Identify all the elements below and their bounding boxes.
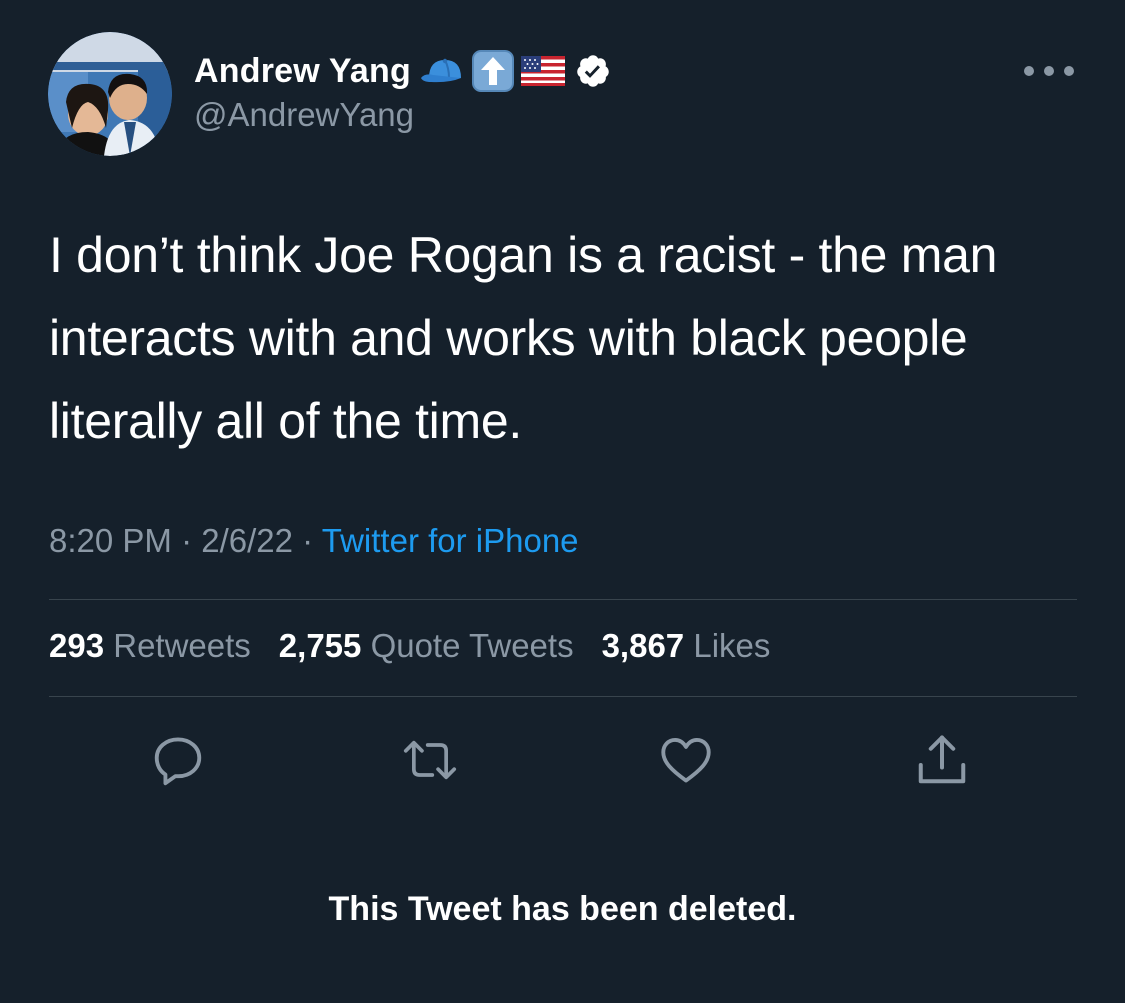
likes-count: 3,867: [601, 627, 685, 664]
divider: [49, 696, 1077, 697]
like-icon[interactable]: [656, 730, 716, 790]
retweets-count: 293: [49, 627, 105, 664]
tweet-source-link[interactable]: Twitter for iPhone: [322, 522, 579, 559]
meta-separator: ·: [181, 522, 193, 559]
retweets-label: Retweets: [113, 627, 251, 664]
tweet-stats: 293 Retweets 2,755 Quote Tweets 3,867 Li…: [49, 627, 798, 665]
retweets-stat[interactable]: 293 Retweets: [49, 627, 251, 665]
tweet-meta: 8:20 PM · 2/6/22 · Twitter for iPhone: [49, 522, 579, 560]
tweet-detail: Andrew Yang @AndrewYang I don’t think Jo…: [0, 0, 1125, 1003]
share-icon[interactable]: [912, 730, 972, 790]
quote-tweets-label: Quote Tweets: [370, 627, 574, 664]
more-dot: [1024, 66, 1034, 76]
deleted-notice: This Tweet has been deleted.: [328, 890, 797, 928]
more-options-icon[interactable]: [1024, 58, 1074, 84]
quote-tweets-count: 2,755: [278, 627, 362, 664]
likes-stat[interactable]: 3,867 Likes: [602, 627, 771, 665]
us-flag-emoji: [520, 56, 565, 86]
tweet-time[interactable]: 8:20 PM: [49, 522, 172, 559]
author-name-row: Andrew Yang: [194, 48, 611, 94]
likes-label: Likes: [693, 627, 771, 664]
retweet-icon[interactable]: [400, 730, 460, 790]
up-arrow-emoji: [471, 49, 515, 93]
avatar[interactable]: [48, 32, 172, 156]
display-name[interactable]: Andrew Yang: [194, 52, 411, 91]
divider: [49, 599, 1077, 600]
more-dot: [1064, 66, 1074, 76]
quote-tweets-stat[interactable]: 2,755 Quote Tweets: [279, 627, 574, 665]
more-dot: [1044, 66, 1054, 76]
verified-badge-icon: [575, 53, 611, 89]
blue-cap-emoji: [419, 56, 465, 86]
reply-icon[interactable]: [148, 730, 208, 790]
tweet-text: I don’t think Joe Rogan is a racist - th…: [49, 227, 998, 449]
meta-separator: ·: [302, 522, 314, 559]
tweet-date[interactable]: 2/6/22: [201, 522, 293, 559]
author-handle[interactable]: @AndrewYang: [194, 96, 414, 134]
